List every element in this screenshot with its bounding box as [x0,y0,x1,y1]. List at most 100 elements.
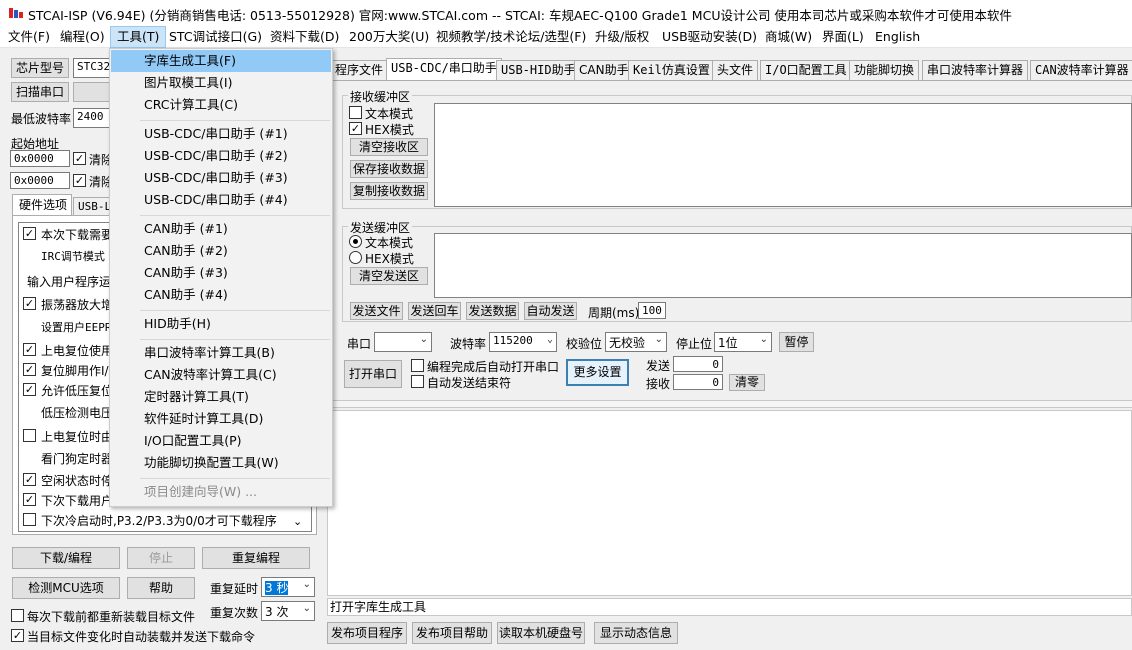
menu-video-forum[interactable]: 视频教学/技术论坛/选型(F) [430,26,592,48]
clear-checkbox-1[interactable]: ✓ [73,152,86,165]
stop-bits-combo[interactable]: 1位 ⌄ [714,332,772,352]
tab-pin-switch[interactable]: 功能脚切换 [849,60,920,80]
menu-item-serial-helper-2[interactable]: USB-CDC/串口助手 (#2) [111,145,331,167]
baud-combo[interactable]: 115200 ⌄ [489,332,557,352]
tab-can-baud-calc[interactable]: CAN波特率计算器 [1030,60,1132,80]
menu-item-serial-helper-3[interactable]: USB-CDC/串口助手 (#3) [111,167,331,189]
scroll-down-icon[interactable]: ⌄ [293,515,302,528]
menu-item-uart-baud-calc[interactable]: 串口波特率计算工具(B) [111,342,331,364]
tab-can-helper[interactable]: CAN助手 [574,60,634,80]
show-dynamic-info-button[interactable]: 显示动态信息 [594,622,678,644]
chip-type-button[interactable]: 芯片型号 [11,58,69,78]
start-address-input-2[interactable]: 0x0000 [10,172,70,189]
menu-item-can-helper-1[interactable]: CAN助手 (#1) [111,218,331,240]
period-input[interactable]: 100 [638,302,666,319]
reprogram-button[interactable]: 重复编程 [202,547,310,569]
more-settings-button[interactable]: 更多设置 [566,359,629,386]
menu-prize[interactable]: 200万大奖(U) [343,26,435,48]
port-combo[interactable]: ⌄ [374,332,432,352]
chip-type-select[interactable]: STC32G [73,58,117,78]
menu-item-timer-calc[interactable]: 定时器计算工具(T) [111,386,331,408]
clear-receive-button[interactable]: 清空接收区 [350,138,428,156]
menu-program[interactable]: 编程(O) [54,26,111,48]
menu-file[interactable]: 文件(F) [2,26,56,48]
send-enter-button[interactable]: 发送回车 [408,302,461,320]
option-checkbox[interactable]: ✓ [23,343,36,356]
menu-item-can-helper-4[interactable]: CAN助手 (#4) [111,284,331,306]
clear-send-button[interactable]: 清空发送区 [350,267,428,285]
send-file-button[interactable]: 发送文件 [350,302,403,320]
tab-usb-link[interactable]: USB-L [73,197,113,216]
reload-checkbox[interactable] [11,609,24,622]
save-receive-button[interactable]: 保存接收数据 [350,160,428,178]
open-port-button[interactable]: 打开串口 [344,360,402,388]
send-hex-mode-radio[interactable] [349,251,362,264]
auto-send-end-checkbox[interactable] [411,375,424,388]
option-checkbox[interactable] [23,513,36,526]
menu-item-can-helper-3[interactable]: CAN助手 (#3) [111,262,331,284]
download-program-button[interactable]: 下载/编程 [12,547,120,569]
auto-load-checkbox[interactable]: ✓ [11,629,24,642]
auto-send-button[interactable]: 自动发送 [524,302,577,320]
tab-usb-hid[interactable]: USB-HID助手 [496,60,581,80]
menu-mall[interactable]: 商城(W) [759,26,818,48]
option-checkbox[interactable]: ✓ [23,473,36,486]
option-checkbox[interactable]: ✓ [23,227,36,240]
menu-downloads[interactable]: 资料下载(D) [264,26,345,48]
tab-program-file[interactable]: 程序文件 [330,60,389,80]
menu-upgrade[interactable]: 升级/版权 [589,26,655,48]
log-area[interactable] [327,410,1132,596]
clear-count-button[interactable]: 清零 [729,374,765,391]
menu-item-can-helper-2[interactable]: CAN助手 (#2) [111,240,331,262]
auto-open-checkbox[interactable] [411,359,424,372]
pause-button[interactable]: 暂停 [779,332,814,352]
publish-help-button[interactable]: 发布项目帮助 [412,622,492,644]
receive-textarea[interactable] [434,103,1132,207]
send-text-mode-radio[interactable] [349,235,362,248]
recv-hex-mode-checkbox[interactable]: ✓ [349,122,362,135]
parity-combo[interactable]: 无校验 ⌄ [605,332,667,352]
menu-tools[interactable]: 工具(T) [110,26,167,48]
tab-hardware-options[interactable]: 硬件选项 [12,194,72,216]
menu-item-crc-calc[interactable]: CRC计算工具(C) [111,94,331,116]
menu-item-io-config[interactable]: I/O口配置工具(P) [111,430,331,452]
stop-button[interactable]: 停止 [127,547,195,569]
send-data-button[interactable]: 发送数据 [466,302,519,320]
tab-usb-cdc-serial[interactable]: USB-CDC/串口助手 [386,58,502,81]
splitter[interactable] [332,400,1132,408]
menu-item-serial-helper-1[interactable]: USB-CDC/串口助手 (#1) [111,123,331,145]
repeat-count-select[interactable]: 3 次 ⌄ [261,601,315,621]
detect-mcu-button[interactable]: 检测MCU选项 [12,577,120,599]
help-button[interactable]: 帮助 [127,577,195,599]
start-address-input-1[interactable]: 0x0000 [10,150,70,167]
tab-keil-sim[interactable]: Keil仿真设置 [628,60,715,80]
menu-item-pin-switch-config[interactable]: 功能脚切换配置工具(W) [111,452,331,474]
repeat-delay-select[interactable]: 3 秒 ⌄ [261,577,315,597]
option-checkbox[interactable] [23,429,36,442]
tab-header-file[interactable]: 头文件 [712,60,759,80]
menu-item-serial-helper-4[interactable]: USB-CDC/串口助手 (#4) [111,189,331,211]
menu-debug-interface[interactable]: STC调试接口(G) [163,26,268,48]
menu-interface[interactable]: 界面(L) [816,26,870,48]
clear-checkbox-2[interactable]: ✓ [73,174,86,187]
publish-program-button[interactable]: 发布项目程序 [327,622,407,644]
read-disk-id-button[interactable]: 读取本机硬盘号 [497,622,585,644]
option-checkbox[interactable]: ✓ [23,363,36,376]
tab-uart-baud-calc[interactable]: 串口波特率计算器 [922,60,1029,80]
menu-english[interactable]: English [869,26,926,48]
menu-item-hid-helper[interactable]: HID助手(H) [111,313,331,335]
recv-text-mode-checkbox[interactable] [349,106,362,119]
scan-port-button[interactable]: 扫描串口 [11,82,69,102]
option-checkbox[interactable]: ✓ [23,297,36,310]
tab-io-config[interactable]: I/O口配置工具 [760,60,852,80]
menu-item-project-wizard[interactable]: 项目创建向导(W) ... [111,481,331,503]
port-select[interactable] [73,82,113,102]
option-checkbox[interactable]: ✓ [23,383,36,396]
copy-receive-button[interactable]: 复制接收数据 [350,182,428,200]
menu-usb-driver[interactable]: USB驱动安装(D) [656,26,763,48]
menu-item-can-baud-calc[interactable]: CAN波特率计算工具(C) [111,364,331,386]
option-checkbox[interactable]: ✓ [23,493,36,506]
min-baud-select[interactable]: 2400 [73,108,113,128]
send-textarea[interactable] [434,233,1132,298]
menu-item-image-modulo[interactable]: 图片取模工具(I) [111,72,331,94]
